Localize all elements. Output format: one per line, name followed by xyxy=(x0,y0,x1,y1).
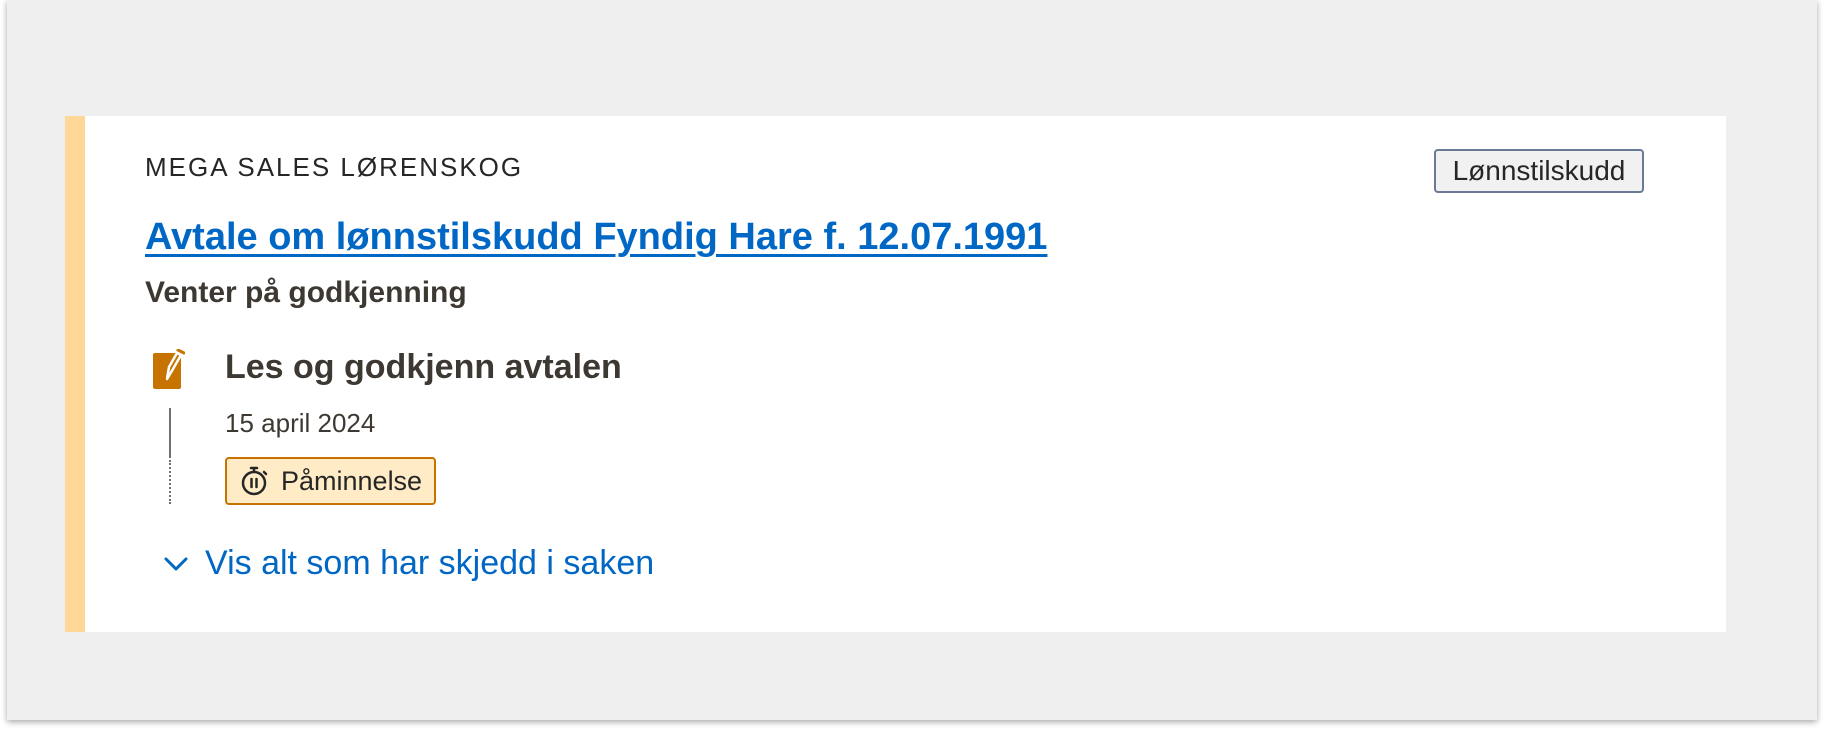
agreement-title-link[interactable]: Avtale om lønnstilskudd Fyndig Hare f. 1… xyxy=(145,216,1047,259)
stopwatch-pause-icon xyxy=(241,466,268,496)
show-all-history-button[interactable]: Vis alt som har skjedd i saken xyxy=(161,544,654,583)
agreement-card: MEGA SALES LØRENSKOG Lønnstilskudd Avtal… xyxy=(65,116,1726,632)
page-background: MEGA SALES LØRENSKOG Lønnstilskudd Avtal… xyxy=(7,0,1817,720)
chevron-down-icon xyxy=(164,557,188,570)
reminder-tag: Påminnelse xyxy=(225,457,436,505)
reminder-label: Påminnelse xyxy=(281,465,423,496)
agreement-type-tag: Lønnstilskudd xyxy=(1434,149,1644,193)
timeline-line xyxy=(169,408,171,458)
card-accent-bar xyxy=(65,116,85,632)
edit-document-icon xyxy=(153,348,186,389)
show-all-history-label: Vis alt som har skjedd i saken xyxy=(205,544,655,582)
task-title: Les og godkjenn avtalen xyxy=(225,348,622,386)
agreement-status: Venter på godkjenning xyxy=(145,276,467,309)
task-date: 15 april 2024 xyxy=(225,408,376,438)
company-name: MEGA SALES LØRENSKOG xyxy=(145,152,524,182)
timeline-dotted-line xyxy=(169,460,171,504)
